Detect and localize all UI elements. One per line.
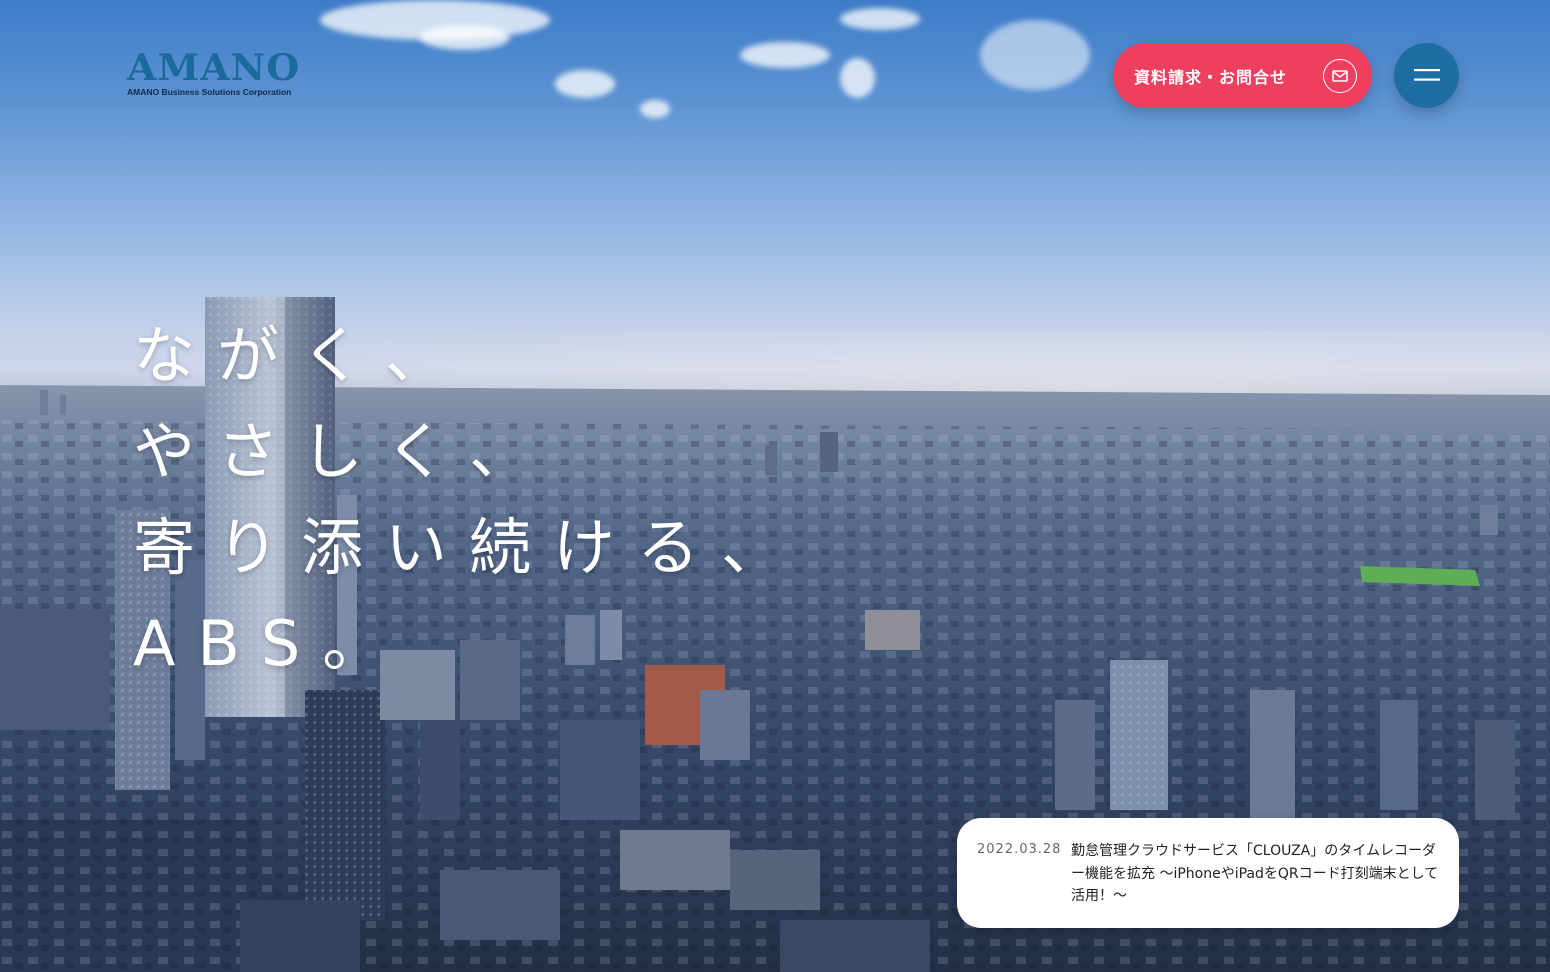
news-date: 2022.03.28 (977, 842, 1062, 857)
news-title-link[interactable]: 勤怠管理クラウドサービス「CLOUZA」のタイムレコーダー機能を拡充 〜iPho… (1071, 840, 1439, 928)
logo-wordmark: AMANO (127, 47, 301, 89)
tagline-line-4: ABS。 (133, 607, 407, 680)
contact-button[interactable]: 資料請求・お問合せ (1113, 43, 1372, 108)
hamburger-menu-icon (1413, 66, 1440, 85)
tagline-line-2: やさしく、 (133, 415, 554, 488)
news-card[interactable]: 2022.03.28 勤怠管理クラウドサービス「CLOUZA」のタイムレコーダー… (957, 818, 1459, 928)
tagline-line-1: ながく、 (133, 319, 470, 392)
mail-icon (1323, 59, 1357, 93)
contact-button-label: 資料請求・お問合せ (1134, 67, 1288, 87)
tagline-line-3: 寄り添い続ける、 (133, 511, 806, 584)
menu-button[interactable] (1394, 43, 1459, 108)
hero-tagline: ながく、 やさしく、 寄り添い続ける、 ABS。 (133, 308, 805, 692)
company-logo[interactable]: AMANO AMANO Business Solutions Corporati… (127, 50, 299, 97)
